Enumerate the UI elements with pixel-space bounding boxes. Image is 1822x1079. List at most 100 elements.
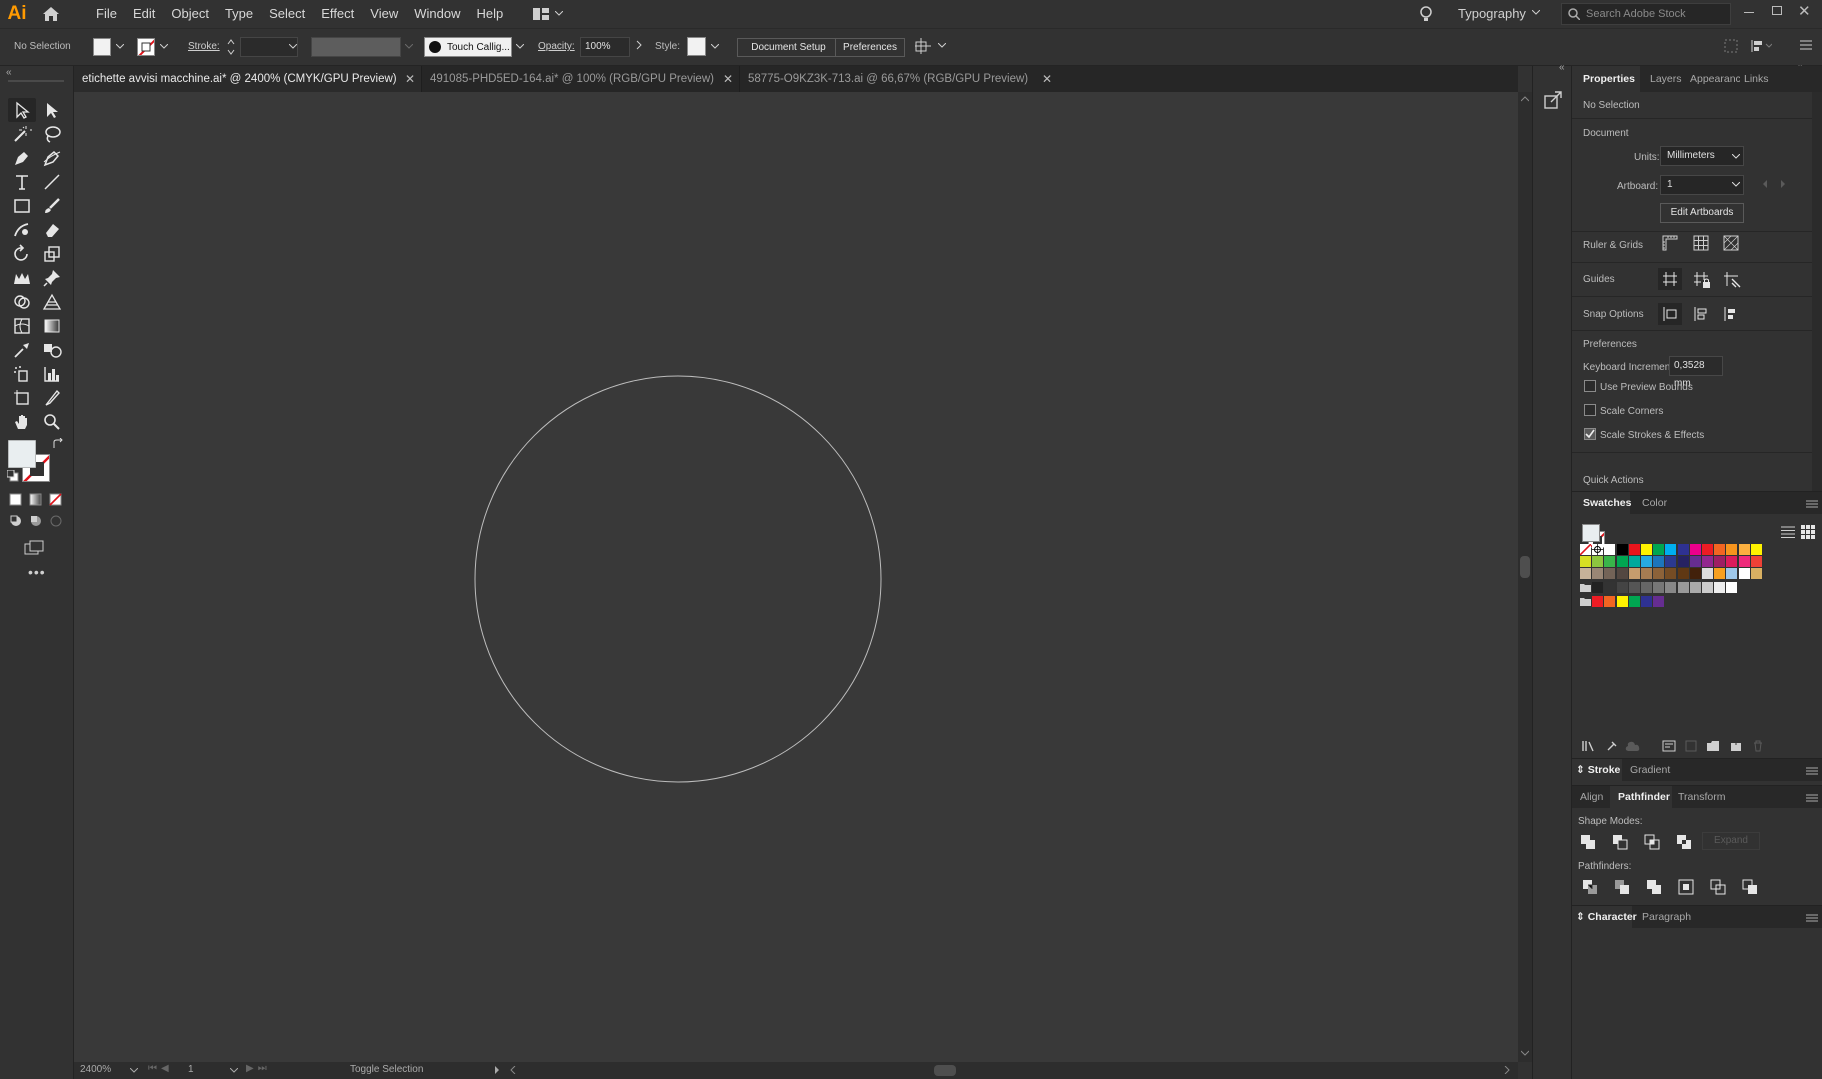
chevron-down-icon[interactable] xyxy=(160,44,168,50)
menu-effect[interactable]: Effect xyxy=(313,0,362,28)
unite-icon[interactable] xyxy=(1580,834,1596,850)
use-preview-bounds-checkbox[interactable] xyxy=(1584,380,1596,392)
panel-menu-icon[interactable] xyxy=(1806,500,1818,508)
color-swatch[interactable] xyxy=(1604,556,1616,567)
color-swatch[interactable] xyxy=(1689,568,1701,579)
color-swatch[interactable] xyxy=(1641,568,1652,579)
gradient-tool-icon[interactable] xyxy=(42,316,62,336)
color-swatch[interactable] xyxy=(1665,582,1677,593)
color-swatch[interactable] xyxy=(1689,544,1701,555)
restore-icon[interactable] xyxy=(1772,6,1782,15)
home-icon[interactable] xyxy=(34,0,68,28)
swatch-libraries-menu-icon[interactable] xyxy=(1582,740,1596,752)
menu-object[interactable]: Object xyxy=(163,0,217,28)
color-swatch[interactable] xyxy=(1592,596,1604,607)
close-window-icon[interactable]: ✕ xyxy=(1798,2,1811,20)
minimize-icon[interactable] xyxy=(1744,12,1754,13)
color-swatch[interactable] xyxy=(1738,568,1750,579)
magic-wand-tool-icon[interactable] xyxy=(12,124,32,144)
chevron-down-icon[interactable] xyxy=(230,1068,238,1074)
color-swatch[interactable] xyxy=(1592,568,1604,579)
draw-normal-icon[interactable] xyxy=(9,514,23,528)
collapse-toolbar-icon[interactable]: « xyxy=(6,67,12,78)
intersect-icon[interactable] xyxy=(1644,834,1660,850)
next-artboard-icon[interactable] xyxy=(1780,180,1786,188)
chevron-down-icon[interactable] xyxy=(289,44,297,50)
color-swatch[interactable] xyxy=(1677,544,1689,555)
tab-layers[interactable]: Layers xyxy=(1650,73,1682,85)
new-swatch-icon[interactable] xyxy=(1730,740,1742,752)
color-swatch[interactable] xyxy=(1580,568,1591,579)
keyboard-increment-field[interactable]: 0,3528 mm xyxy=(1669,356,1723,389)
color-swatch[interactable] xyxy=(1689,582,1701,593)
color-swatch[interactable] xyxy=(1604,544,1616,555)
crop-icon[interactable] xyxy=(1678,879,1694,895)
slice-tool-icon[interactable] xyxy=(42,388,62,408)
artboard-nav-first-prev[interactable]: ⏮◀ xyxy=(148,1063,173,1074)
graphic-style-swatch[interactable] xyxy=(687,37,706,56)
swatch-kind-menu-icon[interactable] xyxy=(1606,740,1618,752)
none-mode-icon[interactable] xyxy=(49,493,62,506)
scale-tool-icon[interactable] xyxy=(42,244,62,264)
color-swatch[interactable] xyxy=(1653,568,1665,579)
menu-help[interactable]: Help xyxy=(468,0,511,28)
color-swatch[interactable] xyxy=(1702,544,1713,555)
color-swatch[interactable] xyxy=(1592,582,1604,593)
perspective-grid-tool-icon[interactable] xyxy=(42,292,62,312)
opacity-label[interactable]: Opacity: xyxy=(538,41,575,52)
cloud-icon[interactable] xyxy=(1624,740,1640,752)
color-swatch[interactable] xyxy=(1628,582,1640,593)
type-tool-icon[interactable] xyxy=(12,172,32,192)
snap-to-point-icon[interactable] xyxy=(1662,306,1678,322)
gradient-mode-icon[interactable] xyxy=(29,493,42,506)
menu-select[interactable]: Select xyxy=(261,0,313,28)
color-swatch[interactable] xyxy=(1653,582,1665,593)
menu-edit[interactable]: Edit xyxy=(125,0,163,28)
color-swatch[interactable] xyxy=(1616,556,1628,567)
color-swatch[interactable] xyxy=(1702,582,1713,593)
expand-button[interactable]: Expand xyxy=(1702,832,1760,850)
rotate-tool-icon[interactable] xyxy=(12,244,32,264)
tab-links[interactable]: Links xyxy=(1744,73,1769,85)
guides-icon[interactable] xyxy=(1662,271,1678,287)
arrange-icon[interactable] xyxy=(914,37,946,55)
default-fill-stroke-icon[interactable] xyxy=(7,470,19,482)
pin-tool-icon[interactable] xyxy=(42,268,62,288)
tab-properties[interactable]: Properties xyxy=(1583,73,1635,85)
rulers-icon[interactable] xyxy=(1662,235,1678,251)
color-group-icon[interactable] xyxy=(1685,740,1697,752)
color-swatch[interactable] xyxy=(1653,596,1665,607)
color-swatch[interactable] xyxy=(1641,582,1652,593)
arrange-documents-button[interactable] xyxy=(533,8,564,20)
symbol-sprayer-tool-icon[interactable] xyxy=(12,364,32,384)
puppet-warp-tool-icon[interactable] xyxy=(12,268,32,288)
direct-selection-tool-icon[interactable] xyxy=(42,100,62,120)
tab-pathfinder[interactable]: Pathfinder xyxy=(1618,791,1670,803)
color-swatch[interactable] xyxy=(1665,544,1677,555)
blend-tool-icon[interactable] xyxy=(42,340,62,360)
show-swatch-options-icon[interactable] xyxy=(1662,740,1676,752)
snap-to-pixel-icon[interactable] xyxy=(1723,306,1739,322)
scroll-right-icon[interactable] xyxy=(1504,1066,1510,1074)
horizontal-scroll-thumb[interactable] xyxy=(934,1065,956,1076)
vertical-scrollbar[interactable] xyxy=(1518,92,1532,1062)
shape-builder-tool-icon[interactable] xyxy=(12,292,32,312)
properties-scrollbar[interactable] xyxy=(1812,92,1822,512)
tab-transform[interactable]: Transform xyxy=(1678,791,1725,803)
paintbrush-tool-icon[interactable] xyxy=(42,196,62,216)
minus-front-icon[interactable] xyxy=(1612,834,1628,850)
minus-back-icon[interactable] xyxy=(1742,879,1758,895)
color-swatch[interactable] xyxy=(1702,556,1713,567)
menu-type[interactable]: Type xyxy=(217,0,261,28)
selection-tool-icon[interactable] xyxy=(12,100,32,120)
opacity-field[interactable]: 100% xyxy=(580,37,630,57)
menu-view[interactable]: View xyxy=(362,0,406,28)
menu-window[interactable]: Window xyxy=(406,0,468,28)
chevron-right-icon[interactable] xyxy=(636,40,642,50)
chevron-down-icon[interactable] xyxy=(711,44,719,50)
color-swatch[interactable] xyxy=(1641,544,1652,555)
close-tab-icon[interactable]: ✕ xyxy=(723,66,733,92)
libraries-panel-icon[interactable] xyxy=(1543,90,1563,110)
divide-icon[interactable] xyxy=(1582,879,1598,895)
lock-guides-icon[interactable] xyxy=(1693,271,1711,289)
